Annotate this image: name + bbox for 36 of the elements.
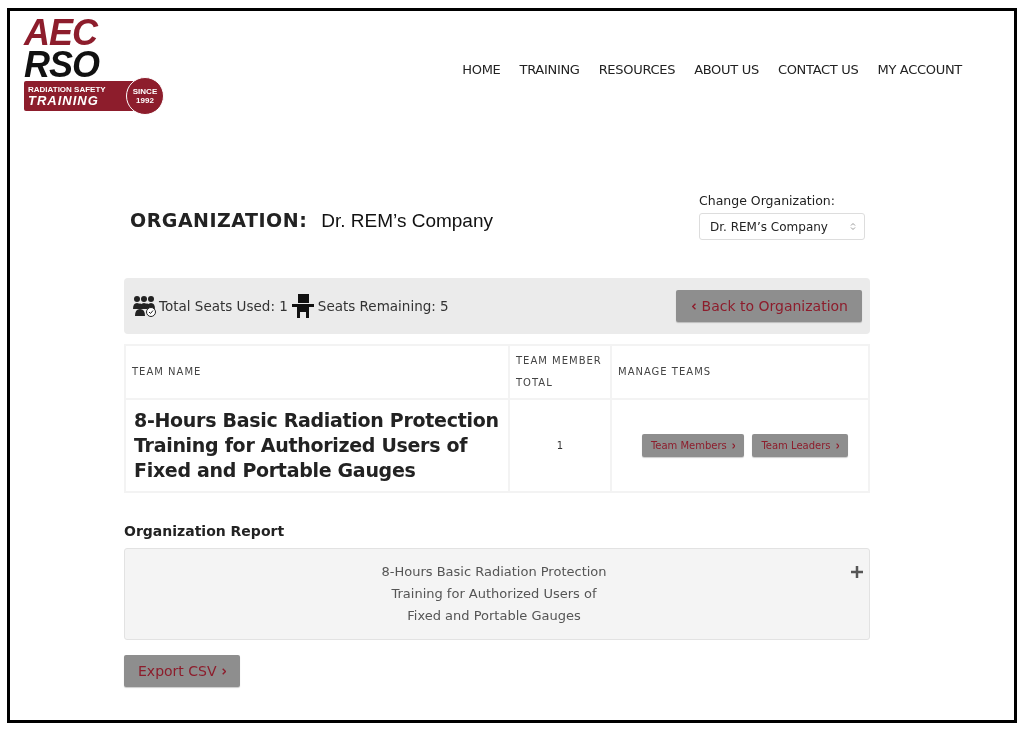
- logo-since: SINCE: [132, 87, 158, 96]
- report-title: Organization Report: [124, 523, 286, 539]
- organization-name: Dr. REM’s Company: [321, 210, 493, 232]
- people-group-icon: [132, 295, 156, 317]
- organization-label: ORGANIZATION:: [130, 209, 308, 231]
- seats-remaining: Seats Remaining: 5: [317, 298, 449, 314]
- nav-link[interactable]: HOME: [462, 62, 501, 111]
- logo-tagline: RADIATION SAFETY: [28, 84, 106, 94]
- organization-select[interactable]: Dr. REM’s Company: [699, 213, 865, 240]
- column-header: TEAM NAME: [126, 346, 508, 398]
- column-header: TEAM MEMBER TOTAL: [510, 346, 610, 398]
- report-item-title: Fixed and Portable Gauges: [407, 607, 581, 625]
- change-organization-label: Change Organization:: [699, 193, 836, 208]
- chevron-left-icon: [692, 302, 697, 310]
- chevron-right-icon: [731, 442, 736, 449]
- team-name: 8-Hours Basic Radiation Protection Training for Authorized Users of Fixed and Portable Gauges: [134, 408, 500, 483]
- total-seats-used: Total Seats Used: 1: [159, 298, 288, 314]
- logo-year: 1992: [136, 96, 154, 105]
- select-arrows-icon: [850, 222, 856, 231]
- report-item-title: Training for Authorized Users of: [391, 585, 597, 603]
- report-item-title: 8-Hours Basic Radiation Protection: [381, 563, 607, 581]
- logo-text: RSO: [24, 49, 101, 81]
- nav-link[interactable]: MY ACCOUNT: [877, 62, 962, 111]
- nav-link[interactable]: ABOUT US: [694, 62, 759, 111]
- chevron-right-icon: [221, 667, 226, 675]
- nav-link[interactable]: TRAINING: [519, 62, 580, 111]
- nav-link[interactable]: RESOURCES: [598, 62, 676, 111]
- nav-link[interactable]: CONTACT US: [777, 62, 859, 111]
- logo-training: TRAINING: [28, 93, 100, 108]
- logo-text: AEC: [24, 17, 98, 49]
- desk-chair-icon: [290, 293, 315, 319]
- plus-icon: [851, 566, 863, 578]
- report-accordion[interactable]: 8-Hours Basic Radiation Protection Training for Authorized Users of Fixed and Portable Gauges: [124, 548, 870, 640]
- team-member-total: 1: [555, 440, 565, 451]
- chevron-right-icon: [835, 442, 840, 449]
- column-header: MANAGE TEAMS: [612, 346, 868, 398]
